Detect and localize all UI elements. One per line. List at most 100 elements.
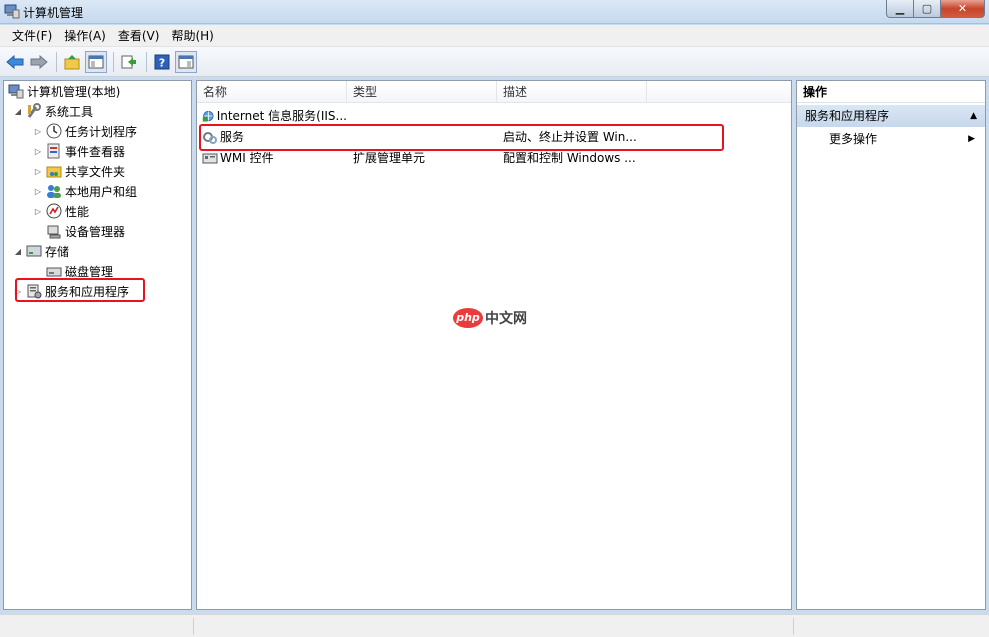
action-pane-icon [178,55,194,68]
list-cell-name: WMI 控件 [197,149,347,166]
close-button[interactable]: ✕ [941,0,985,18]
status-bar [0,614,989,637]
tree-item-event-viewer[interactable]: ▷ 事件查看器 [32,141,125,161]
maximize-button[interactable]: ▢ [914,0,941,18]
services-applications-icon [27,284,42,299]
tree-item-label: 性能 [65,204,90,219]
result-list[interactable]: 名称 类型 描述 Internet 信息服务(IIS... 服务 启动、终止并设… [196,80,792,610]
toolbar-separator [56,51,57,72]
watermark: php 中文网 [453,307,527,329]
tree-item-local-users[interactable]: ▷ 本地用户和组 [32,181,137,201]
tree-item-label: 存储 [45,244,70,259]
column-header-description[interactable]: 描述 [497,81,647,103]
tree-toggle[interactable]: ▷ [12,287,24,296]
more-actions-item[interactable]: 更多操作 [829,129,979,149]
menu-view[interactable]: 查看(V) [112,25,166,46]
system-tools-icon [27,103,41,118]
list-item-wmi-control[interactable]: WMI 控件 扩展管理单元 配置和控制 Windows ... [197,147,757,168]
actions-section-header[interactable]: 服务和应用程序 ▲ [797,105,985,127]
status-divider [193,618,194,635]
list-item-iis[interactable]: Internet 信息服务(IIS... [197,105,757,126]
minimize-button[interactable]: ▁ [886,0,914,18]
actions-title: 操作 [797,81,985,103]
status-divider [793,618,794,635]
tree-item-performance[interactable]: ▷ 性能 [32,201,89,221]
window-controls: ▁ ▢ ✕ [886,0,985,18]
tree-toggle[interactable]: ◢ [12,107,24,116]
toolbar-separator [113,51,114,72]
menu-bar: 文件(F) 操作(A) 查看(V) 帮助(H) [0,25,989,47]
title-bar: 计算机管理 ▁ ▢ ✕ [0,0,989,24]
iis-icon [202,110,214,122]
list-cell-name: Internet 信息服务(IIS... [197,107,347,124]
tree-item-label: 任务计划程序 [65,124,138,139]
show-hide-action-pane-button[interactable] [175,50,197,73]
list-cell-type: 扩展管理单元 [353,151,426,165]
collapse-up-icon[interactable]: ▲ [970,105,977,127]
event-viewer-icon [47,143,60,159]
console-tree-icon [88,55,104,68]
list-cell-name: 服务 [197,128,347,145]
list-item-services[interactable]: 服务 启动、终止并设置 Win... [197,126,757,147]
actions-pane: 操作 服务和应用程序 ▲ 更多操作 ▶ [796,80,986,610]
menu-action[interactable]: 操作(A) [58,25,112,46]
menu-help[interactable]: 帮助(H) [165,25,219,46]
help-button[interactable]: ? [151,51,173,73]
actions-section-label: 服务和应用程序 [805,109,890,123]
menu-file[interactable]: 文件(F) [6,25,58,46]
task-scheduler-icon [46,123,62,139]
tree-item-label: 事件查看器 [65,144,126,159]
performance-icon [46,203,62,219]
tree-item-label: 服务和应用程序 [45,284,130,299]
shared-folders-icon [46,166,62,178]
tree-item-label: 设备管理器 [65,224,126,239]
back-button[interactable] [4,51,26,73]
column-header-type[interactable]: 类型 [347,81,497,103]
list-header: 名称 类型 描述 [197,81,791,103]
tree-toggle[interactable]: ◢ [12,247,24,256]
storage-icon [26,245,42,257]
tree-item-label: 共享文件夹 [65,164,126,179]
tree-toggle[interactable]: ▷ [32,187,44,196]
toolbar-separator [146,51,147,72]
list-item-label: 服务 [220,130,245,144]
device-manager-icon [47,225,61,239]
computer-management-icon [4,4,20,19]
wmi-control-icon [202,153,218,163]
local-users-icon [47,185,61,198]
help-icon: ? [154,54,170,69]
tree-toggle[interactable]: ▷ [32,207,44,216]
show-hide-tree-button[interactable] [85,50,107,73]
tree-item-label: 本地用户和组 [65,184,138,199]
up-level-button[interactable] [61,51,83,73]
tree-item-device-manager[interactable]: 设备管理器 [32,221,125,241]
tree-item-system-tools[interactable]: ◢ 系统工具 [12,101,93,121]
toolbar: ? [0,47,989,77]
svg-text:?: ? [159,56,165,69]
tree-item-disk-management[interactable]: 磁盘管理 [32,261,113,281]
forward-arrow-icon [30,54,48,69]
tree-item-computer-management[interactable]: 计算机管理(本地) [6,81,120,101]
folder-up-icon [64,54,80,69]
tree-item-services-applications[interactable]: ▷ 服务和应用程序 [12,281,129,301]
submenu-arrow-icon: ▶ [968,134,975,144]
tree-toggle[interactable]: ▷ [32,127,44,136]
tree-item-label: 计算机管理(本地) [27,84,121,99]
tree-item-label: 系统工具 [45,104,94,119]
disk-management-icon [46,267,62,277]
list-cell-description: 配置和控制 Windows ... [503,151,636,165]
window-title: 计算机管理 [23,6,84,20]
export-list-button[interactable] [118,51,140,73]
tree-toggle[interactable]: ▷ [32,167,44,176]
console-tree[interactable]: 计算机管理(本地) ◢ 系统工具 ▷ 任务计划程序 ▷ 事件查看器 ▷ 共享文件… [3,80,192,610]
computer-management-icon [8,84,24,99]
column-header-name[interactable]: 名称 [197,81,347,103]
list-item-label: Internet 信息服务(IIS... [216,109,347,123]
tree-item-storage[interactable]: ◢ 存储 [12,241,69,261]
forward-button[interactable] [28,51,50,73]
tree-item-task-scheduler[interactable]: ▷ 任务计划程序 [32,121,137,141]
tree-toggle[interactable]: ▷ [32,147,44,156]
tree-item-shared-folders[interactable]: ▷ 共享文件夹 [32,161,125,181]
list-cell-description: 启动、终止并设置 Win... [503,130,637,144]
tree-item-label: 磁盘管理 [65,264,114,279]
